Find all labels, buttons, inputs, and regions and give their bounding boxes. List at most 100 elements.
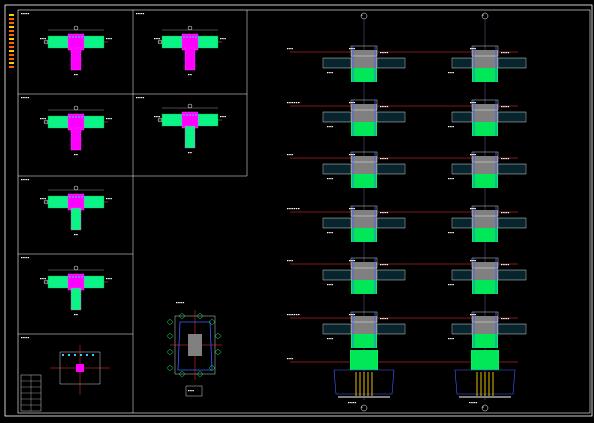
panel-title <box>136 97 138 99</box>
rebar-text <box>327 338 329 340</box>
level-label <box>289 358 291 360</box>
panel-title <box>138 13 140 15</box>
beam-column-joint-a3 <box>322 151 406 188</box>
pile-cap-label <box>192 390 194 392</box>
rebar-text <box>382 264 384 266</box>
rebar <box>68 354 70 356</box>
rebar-text <box>327 284 329 286</box>
rebar-text <box>353 208 355 210</box>
rebar-dot <box>72 36 74 38</box>
rebar-text <box>349 208 351 210</box>
rebar-text <box>386 318 389 320</box>
panel-tag-3 <box>136 97 145 99</box>
rebar-dot <box>198 36 200 38</box>
panel-title <box>27 257 30 259</box>
rebar-text <box>382 106 384 108</box>
panel-title <box>27 337 30 339</box>
rebar-text <box>380 52 382 54</box>
rebar-text <box>505 318 507 320</box>
joint-detail-1 <box>40 25 112 76</box>
beam-column-joint-b3 <box>448 151 527 188</box>
rebar-text <box>472 208 474 210</box>
dimension-text <box>110 118 112 120</box>
dimension-text <box>44 278 46 280</box>
panel-title <box>21 97 23 99</box>
rebar-text <box>384 264 386 266</box>
rebar-dot <box>84 36 86 38</box>
rebar-text <box>501 318 503 320</box>
panel-title <box>27 13 30 15</box>
level-label <box>289 260 291 262</box>
beam-column-joint-a1 <box>322 45 406 82</box>
rebar-text <box>474 102 476 104</box>
dimension-text <box>220 38 222 40</box>
rebar-dot <box>72 116 74 118</box>
panel-title <box>140 13 142 15</box>
level-label <box>298 208 300 210</box>
rebar-text <box>450 126 452 128</box>
level-label <box>287 48 289 50</box>
level-label <box>293 314 296 316</box>
dimension-text <box>108 118 110 120</box>
dimension-text <box>110 198 112 200</box>
rebar-text <box>384 106 386 108</box>
panel-title <box>136 13 138 15</box>
rebar-text <box>327 72 329 74</box>
rebar-text <box>474 48 476 50</box>
rebar-text <box>448 178 450 180</box>
beam-stem <box>70 207 82 231</box>
rebar-text <box>331 126 333 128</box>
rebar-text <box>474 314 476 316</box>
dimension-text <box>40 118 42 120</box>
rebar-text <box>474 154 476 156</box>
rebar-dot <box>183 114 185 116</box>
beam-column-joint-a6 <box>322 311 406 348</box>
panel-title <box>27 179 30 181</box>
rebar-text <box>384 52 386 54</box>
panel-title <box>27 97 30 99</box>
rebar-dot <box>66 116 68 118</box>
panel-title <box>23 337 25 339</box>
level-label <box>291 314 293 316</box>
rebar-dot <box>69 276 71 278</box>
level-label <box>287 260 289 262</box>
cad-drawing-canvas[interactable] <box>0 0 594 423</box>
rebar-text <box>353 154 355 156</box>
column-core <box>76 364 84 372</box>
title-block-text <box>9 58 14 60</box>
rebar-text <box>501 212 503 214</box>
dimension-text <box>40 198 42 200</box>
level-label <box>289 314 291 316</box>
axis-label-2-bottom: 2 <box>482 405 484 409</box>
rebar-text <box>470 260 472 262</box>
panel-tag-6 <box>21 337 30 339</box>
dimension-text <box>108 278 110 280</box>
section-label <box>76 154 78 156</box>
dimension-text <box>154 116 156 118</box>
foundation-label <box>469 402 471 404</box>
dimension-text <box>42 38 44 40</box>
panel-title <box>142 13 145 15</box>
rebar-text <box>349 48 351 50</box>
level-label <box>298 314 300 316</box>
rebar-dot <box>66 36 68 38</box>
beam-column-joint-a4 <box>322 205 406 242</box>
rebar-text <box>474 260 476 262</box>
rebar-dot <box>66 276 68 278</box>
rebar-text <box>501 158 503 160</box>
rebar-text <box>450 232 452 234</box>
level-label <box>287 358 289 360</box>
joint-detail-5 <box>40 185 112 236</box>
rebar <box>92 354 94 356</box>
rebar-text <box>501 52 503 54</box>
pile-cap-title <box>176 302 178 304</box>
rebar-text <box>329 178 331 180</box>
beam-column-joint-b1 <box>448 45 527 82</box>
pile-circle <box>215 349 221 355</box>
rebar-text <box>382 158 384 160</box>
ground-hatch <box>338 396 390 398</box>
rebar-text <box>384 212 386 214</box>
panel-title <box>21 337 23 339</box>
beam-stem <box>70 127 82 151</box>
rebar-text <box>331 338 333 340</box>
